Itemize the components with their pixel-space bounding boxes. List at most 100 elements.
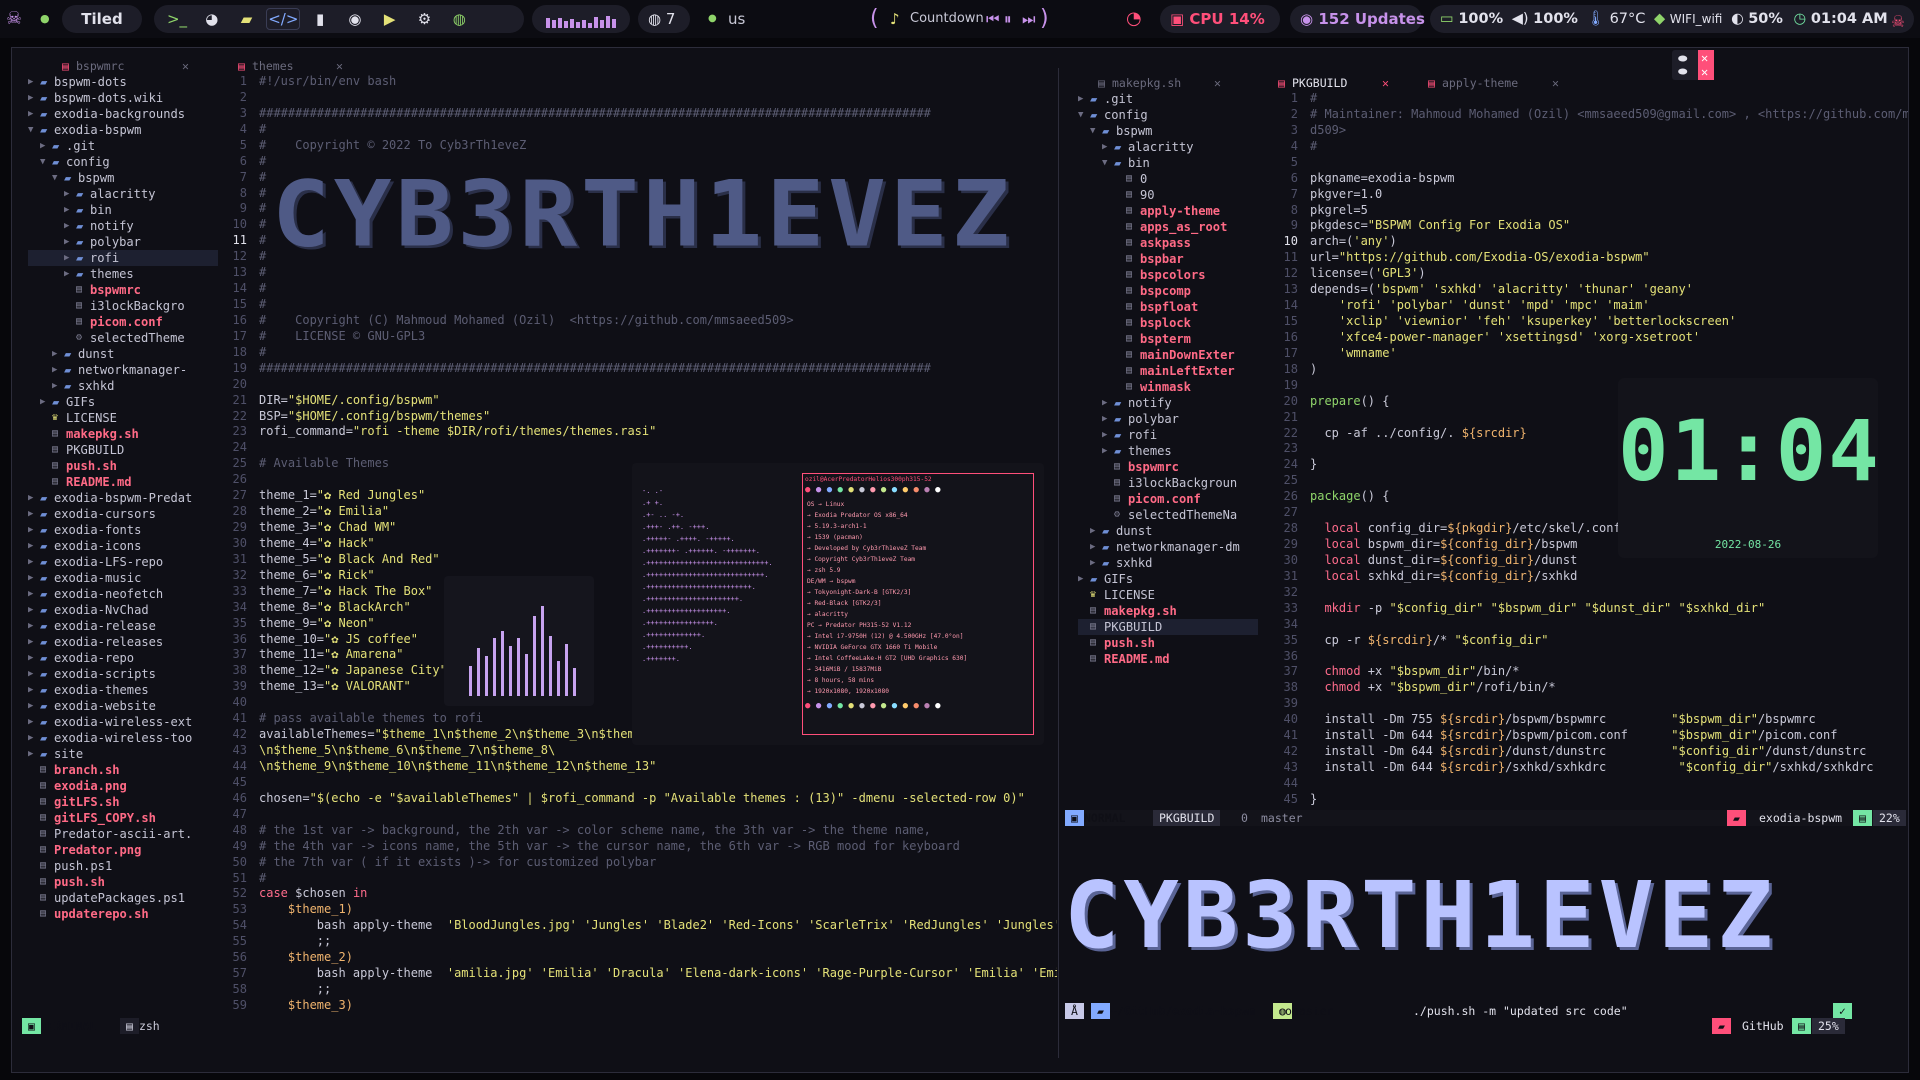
tree-item[interactable]: ▤ makepkg.sh <box>28 426 218 442</box>
code-line[interactable]: # <box>259 170 266 186</box>
tree-item[interactable]: ♛ LICENSE <box>1078 587 1258 603</box>
chevron-right-icon[interactable]: ▶ <box>28 90 33 106</box>
player-track[interactable]: Countdown <box>910 5 984 33</box>
tree-item[interactable]: ▤ apps_as_root <box>1078 219 1258 235</box>
close-button[interactable]: ✕ ✕ <box>1698 50 1714 80</box>
keyboard-layout[interactable]: us <box>728 5 745 33</box>
tree-item[interactable]: ▶ ▰ rofi <box>1078 427 1258 443</box>
tree-item[interactable]: ▶ ▰ sxhkd <box>1078 555 1258 571</box>
code-line[interactable]: $theme_1) <box>259 902 353 918</box>
chevron-right-icon[interactable]: ▶ <box>40 138 45 154</box>
code-line[interactable]: chmod +x "$bspwm_dir"/bin/* <box>1310 664 1519 680</box>
next-track-icon[interactable]: ⏭ <box>1022 5 1036 33</box>
code-line[interactable]: rofi_command="rofi -theme $DIR/rofi/them… <box>259 424 656 440</box>
code-line[interactable]: availableThemes="$theme_1\n$theme_2\n$th… <box>259 727 664 743</box>
chevron-right-icon[interactable]: ▶ <box>1090 523 1095 539</box>
code-line[interactable]: ########################################… <box>259 361 931 377</box>
chevron-right-icon[interactable]: ▶ <box>28 570 33 586</box>
code-line[interactable]: license=('GPL3') <box>1310 266 1426 282</box>
code-line[interactable]: # <box>259 201 266 217</box>
chevron-right-icon[interactable]: ▶ <box>28 714 33 730</box>
code-line[interactable]: theme_13="✿ VALORANT" <box>259 679 411 695</box>
code-line[interactable]: # Available Themes <box>259 456 389 472</box>
chevron-right-icon[interactable]: ▶ <box>64 266 69 282</box>
code-line[interactable]: cp -af ../config/. ${srcdir} <box>1310 426 1526 442</box>
chevron-right-icon[interactable]: ▶ <box>28 746 33 762</box>
chevron-right-icon[interactable]: ▶ <box>1102 443 1107 459</box>
code-icon[interactable]: </> <box>266 8 301 30</box>
chevron-right-icon[interactable]: ▶ <box>28 74 33 90</box>
tree-item[interactable]: ▼ ▰ bspwm <box>1078 123 1258 139</box>
code-line[interactable]: # <box>259 122 266 138</box>
chevron-down-icon[interactable]: ▼ <box>40 154 45 170</box>
chevron-right-icon[interactable]: ▶ <box>28 506 33 522</box>
code-line[interactable]: local bspwm_dir=${config_dir}/bspwm <box>1310 537 1577 553</box>
tree-item[interactable]: ▤ makepkg.sh <box>1078 603 1258 619</box>
tree-item[interactable]: ▶ ▰ site <box>28 746 218 762</box>
code-line[interactable]: # pass available themes to rofi <box>259 711 483 727</box>
tree-item[interactable]: ▶ ▰ polybar <box>1078 411 1258 427</box>
tree-item[interactable]: ▤ mainDownExter <box>1078 347 1258 363</box>
tree-item[interactable]: ▼ ▰ config <box>1078 107 1258 123</box>
tree-item[interactable]: ▶ ▰ networkmanager- <box>28 362 218 378</box>
tree-item[interactable]: ▶ ▰ themes <box>28 266 218 282</box>
code-line[interactable]: # Copyright © 2022 To Cyb3rTh1eveZ <box>259 138 526 154</box>
updates-widget[interactable]: ◉ 152 Updates <box>1290 5 1425 33</box>
tab-close-icon[interactable]: ✕ <box>1214 76 1221 90</box>
chevron-right-icon[interactable]: ▶ <box>1078 91 1083 107</box>
tab-close-icon[interactable]: ✕ <box>1382 76 1389 90</box>
tree-item[interactable]: ▶ ▰ exodia-repo <box>28 650 218 666</box>
chevron-right-icon[interactable]: ▶ <box>52 346 57 362</box>
tree-item[interactable]: ▤ bspwmrc <box>28 282 218 298</box>
code-line[interactable]: # the 4th var -> icons name, the 5th var… <box>259 839 960 855</box>
code-line[interactable]: 'xfce4-power-manager' 'xsettingsd' 'xorg… <box>1310 330 1700 346</box>
tree-item[interactable]: ▤ push.sh <box>28 874 218 890</box>
code-line[interactable]: install -Dm 755 ${srcdir}/bspwm/bspwmrc … <box>1310 712 1815 728</box>
code-line[interactable]: \n$theme_5\n$theme_6\n$theme_7\n$theme_8… <box>259 743 555 759</box>
tree-item[interactable]: ▤ branch.sh <box>28 762 218 778</box>
code-line[interactable]: # <box>259 265 266 281</box>
code-line[interactable]: # Copyright (C) Mahmoud Mohamed (Ozil) <… <box>259 313 794 329</box>
code-line[interactable]: install -Dm 644 ${srcdir}/dunst/dunstrc … <box>1310 744 1866 760</box>
tree-item[interactable]: ▶ ▰ themes <box>1078 443 1258 459</box>
layout-indicator[interactable]: Tiled <box>62 5 142 33</box>
code-line[interactable]: # LICENSE © GNU-GPL3 <box>259 329 425 345</box>
tab-close-icon[interactable]: ✕ <box>336 59 343 73</box>
code-line[interactable]: # <box>259 249 266 265</box>
folder-icon[interactable]: ▰ <box>232 5 262 33</box>
tree-item[interactable]: ▶ ▰ exodia-wireless-too <box>28 730 218 746</box>
code-line[interactable]: ########################################… <box>259 106 931 122</box>
tree-item[interactable]: ▤ 0 <box>1078 171 1258 187</box>
tree-item[interactable]: ▶ ▰ GIFs <box>28 394 218 410</box>
code-line[interactable]: theme_4="✿ Hack" <box>259 536 375 552</box>
code-line[interactable]: bash apply-theme 'BloodJungles.jpg' 'Jun… <box>259 918 1057 934</box>
tree-item[interactable]: ▶ ▰ rofi <box>28 250 218 266</box>
code-line[interactable]: # <box>259 281 266 297</box>
tree-item[interactable]: ▶ ▰ polybar <box>28 234 218 250</box>
chevron-right-icon[interactable]: ▶ <box>1102 427 1107 443</box>
code-line[interactable]: # <box>259 345 266 361</box>
tree-item[interactable]: ▤ bspbar <box>1078 251 1258 267</box>
tree-item[interactable]: ▤ exodia.png <box>28 778 218 794</box>
skull-icon[interactable]: ☠ <box>1892 8 1904 32</box>
code-line[interactable]: # the 7th var ( if it exists )-> for cus… <box>259 855 656 871</box>
tab-close-icon[interactable]: ✕ <box>1552 76 1559 90</box>
tree-item[interactable]: ▶ ▰ exodia-themes <box>28 682 218 698</box>
code-line[interactable]: theme_11="✿ Amarena" <box>259 647 404 663</box>
code-line[interactable]: } <box>1310 792 1317 808</box>
tree-item[interactable]: ▶ ▰ sxhkd <box>28 378 218 394</box>
tree-item[interactable]: ▶ ▰ bspwm-dots <box>28 74 218 90</box>
tree-item[interactable]: ▤ picom.conf <box>1078 491 1258 507</box>
code-line[interactable]: # <box>259 186 266 202</box>
toggle-icon[interactable]: ⬬ <box>1678 52 1687 66</box>
tree-item[interactable]: ▤ gitLFS.sh <box>28 794 218 810</box>
chevron-right-icon[interactable]: ▶ <box>1090 555 1095 571</box>
code-line[interactable]: $theme_2) <box>259 950 353 966</box>
chevron-down-icon[interactable]: ▼ <box>28 122 33 138</box>
code-line[interactable]: # <box>259 297 266 313</box>
code-line[interactable]: case $chosen in <box>259 886 367 902</box>
code-line[interactable]: } <box>1310 457 1317 473</box>
code-line[interactable]: pkgdesc="BSPWM Config For Exodia OS" <box>1310 218 1570 234</box>
chevron-right-icon[interactable]: ▶ <box>64 250 69 266</box>
tree-item[interactable]: ▼ ▰ exodia-bspwm <box>28 122 218 138</box>
